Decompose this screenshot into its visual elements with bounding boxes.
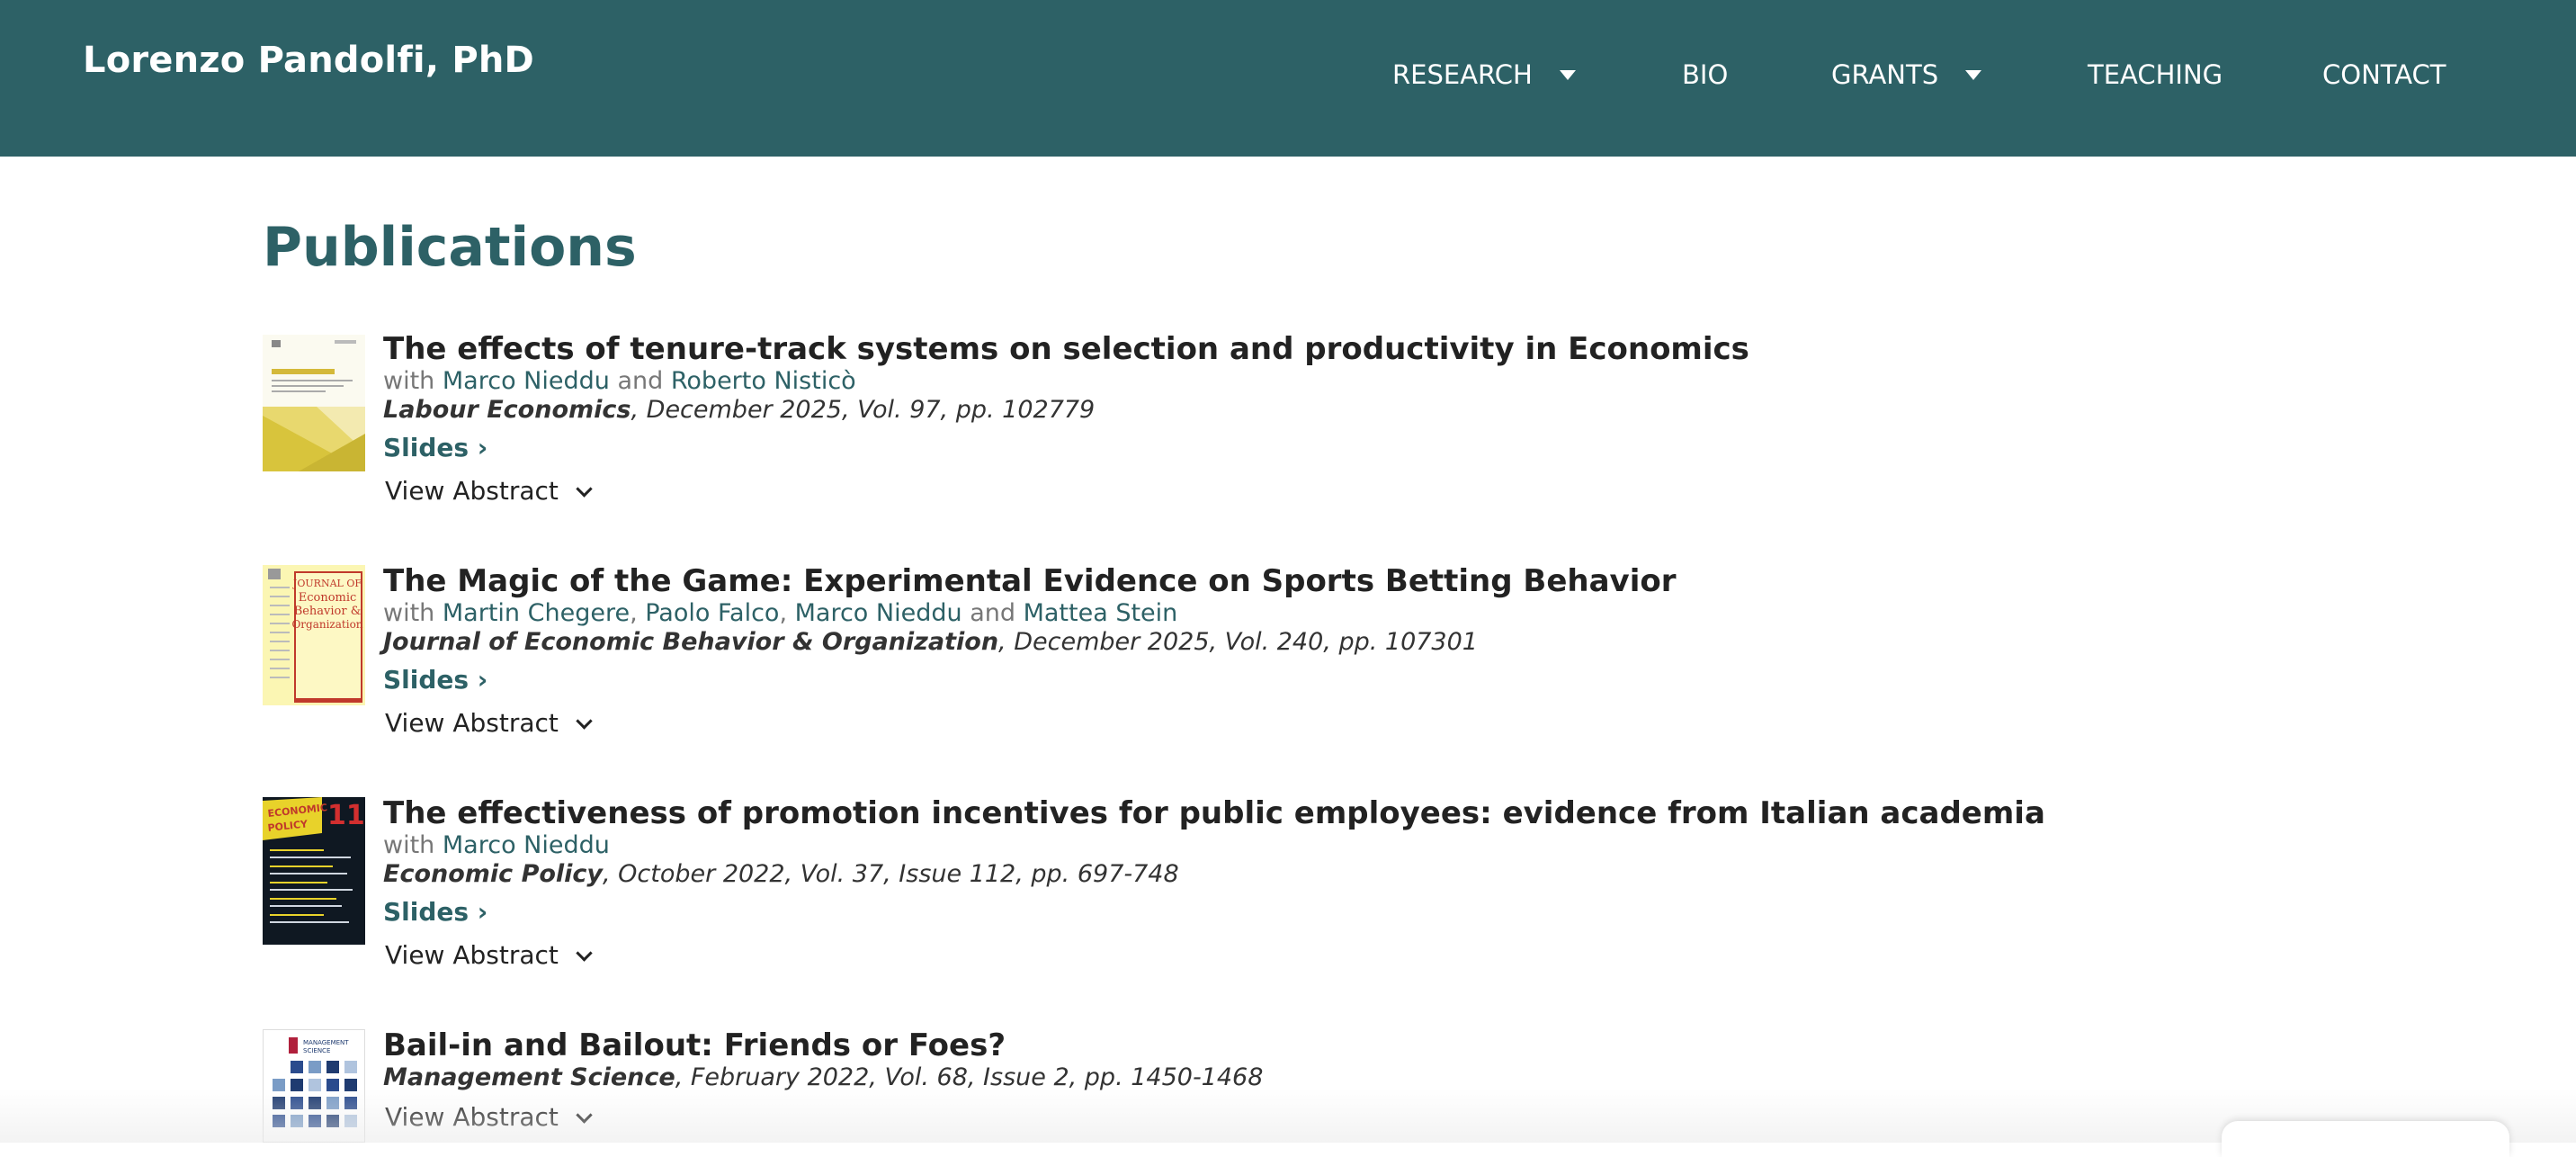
management-science-cover-art: MANAGEMENT SCIENCE (264, 1030, 364, 1142)
publication-venue: Economic Policy, October 2022, Vol. 37, … (383, 860, 2182, 889)
publication-details: The effects of tenure-track systems on s… (383, 331, 2182, 507)
author-link[interactable]: Marco Nieddu (795, 599, 962, 627)
svg-text:112: 112 (327, 800, 365, 831)
nav-bio-label: BIO (1682, 59, 1729, 90)
main-nav: RESEARCH BIO GRANTS TEACHING CONTACT (0, 59, 2576, 95)
publication-details-text: , December 2025, Vol. 97, pp. 102779 (631, 396, 1096, 424)
journal-name: Management Science (383, 1063, 675, 1091)
nav-contact-label: CONTACT (2322, 59, 2446, 90)
nav-research[interactable]: RESEARCH (1392, 59, 1576, 90)
publication-details-text: , October 2022, Vol. 37, Issue 112, pp. … (603, 860, 1179, 888)
journal-name: Labour Economics (383, 396, 631, 424)
publication-title[interactable]: The effectiveness of promotion incentive… (383, 795, 2182, 831)
nav-research-label: RESEARCH (1392, 59, 1533, 90)
with-label: with (383, 367, 435, 395)
view-abstract-toggle[interactable]: View Abstract (385, 475, 2182, 507)
author-link[interactable]: Marco Nieddu (443, 831, 610, 859)
site-header: Lorenzo Pandolfi, PhD RESEARCH BIO GRANT… (0, 0, 2576, 157)
journal-name: Economic Policy (383, 860, 604, 888)
slides-link[interactable]: Slides › (383, 664, 487, 696)
svg-text:Economic: Economic (299, 591, 357, 605)
labour-economics-cover-art (263, 335, 365, 471)
author-link[interactable]: Roberto Nisticò (671, 367, 856, 395)
publication-details: The Magic of the Game: Experimental Evid… (383, 563, 2182, 740)
economic-policy-cover-art: ECONOMIC POLICY 112 (263, 797, 365, 945)
view-abstract-label: View Abstract (385, 1102, 559, 1132)
publication-details-text: , February 2022, Vol. 68, Issue 2, pp. 1… (675, 1063, 1264, 1091)
page-title: Publications (263, 216, 637, 279)
journal-cover-image[interactable]: JOURNAL OF Economic Behavior & Organizat… (263, 565, 365, 705)
author-link[interactable]: Paolo Falco (645, 599, 779, 627)
publication-authors: with Marco Nieddu and Roberto Nisticò (383, 367, 2182, 396)
author-link[interactable]: Marco Nieddu (443, 367, 610, 395)
with-label: with (383, 831, 435, 859)
svg-text:MANAGEMENT: MANAGEMENT (303, 1039, 349, 1046)
publication-authors: with Marco Nieddu (383, 831, 2182, 860)
svg-text:Behavior &: Behavior & (294, 605, 362, 618)
nav-teaching-label: TEACHING (2088, 59, 2223, 90)
jebo-cover-art: JOURNAL OF Economic Behavior & Organizat… (263, 565, 365, 705)
publication-venue: Management Science, February 2022, Vol. … (383, 1063, 2182, 1092)
svg-text:Organization: Organization (291, 618, 362, 631)
author-link[interactable]: Mattea Stein (1024, 599, 1178, 627)
floating-widget-tab[interactable] (2222, 1121, 2509, 1157)
chevron-down-icon (576, 944, 593, 962)
publication-authors: with Martin Chegere, Paolo Falco, Marco … (383, 599, 1178, 627)
journal-cover-image[interactable] (263, 335, 365, 471)
publication-details: The effectiveness of promotion incentive… (383, 795, 2182, 972)
publication-title[interactable]: Bail-in and Bailout: Friends or Foes? (383, 1027, 2182, 1063)
journal-name: Journal of Economic Behavior & Organizat… (383, 628, 999, 656)
slides-link[interactable]: Slides › (383, 896, 487, 928)
view-abstract-label: View Abstract (385, 708, 559, 738)
view-abstract-toggle[interactable]: View Abstract (385, 1101, 2182, 1134)
view-abstract-label: View Abstract (385, 940, 559, 970)
nav-grants-label: GRANTS (1831, 59, 1939, 90)
author-link[interactable]: Martin Chegere (443, 599, 630, 627)
caret-down-icon (1965, 69, 1982, 80)
publication-details-text: , December 2025, Vol. 240, pp. 107301 (998, 628, 1478, 656)
author-separator: and (609, 367, 671, 395)
journal-cover-image[interactable]: MANAGEMENT SCIENCE (263, 1029, 365, 1143)
svg-text:JOURNAL OF: JOURNAL OF (292, 578, 362, 589)
publication-title[interactable]: The Magic of the Game: Experimental Evid… (383, 563, 2182, 599)
nav-contact[interactable]: CONTACT (2322, 59, 2446, 90)
publication-venue: Journal of Economic Behavior & Organizat… (383, 628, 2182, 657)
chevron-down-icon (576, 712, 593, 730)
view-abstract-toggle[interactable]: View Abstract (385, 939, 2182, 972)
author-separator: and (962, 599, 1024, 627)
chevron-down-icon (576, 1106, 593, 1124)
view-abstract-toggle[interactable]: View Abstract (385, 707, 2182, 740)
nav-teaching[interactable]: TEACHING (2088, 59, 2223, 90)
publication-venue: Labour Economics, December 2025, Vol. 97… (383, 396, 2182, 425)
publication-details: Bail-in and Bailout: Friends or Foes? Ma… (383, 1027, 2182, 1134)
journal-cover-image[interactable]: ECONOMIC POLICY 112 (263, 797, 365, 945)
view-abstract-label: View Abstract (385, 476, 559, 506)
nav-grants[interactable]: GRANTS (1831, 59, 1982, 90)
chevron-down-icon (576, 480, 593, 498)
publication-title[interactable]: The effects of tenure-track systems on s… (383, 331, 2182, 367)
with-label: with (383, 599, 435, 627)
caret-down-icon (1559, 69, 1576, 80)
slides-link[interactable]: Slides › (383, 432, 487, 464)
nav-bio[interactable]: BIO (1682, 59, 1728, 90)
svg-text:SCIENCE: SCIENCE (303, 1047, 330, 1054)
